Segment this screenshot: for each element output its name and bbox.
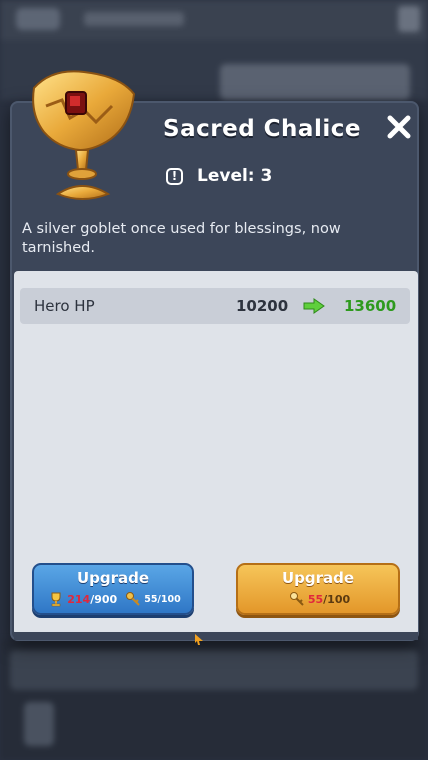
- key-icon: [126, 592, 140, 606]
- info-icon[interactable]: !: [166, 167, 183, 185]
- background-item: [24, 702, 54, 746]
- stat-name: Hero HP: [34, 297, 95, 315]
- modal-footer-edge: [14, 632, 418, 640]
- arrow-right-icon: [303, 298, 325, 314]
- background-bottom: [0, 640, 428, 760]
- upgrade-cost: 55/100: [238, 591, 398, 607]
- key-cost-have: 55: [307, 592, 324, 606]
- trophy-icon: [51, 592, 61, 607]
- cursor-icon: [195, 634, 203, 645]
- chalice-icon: [32, 70, 136, 200]
- background-corner-button: [398, 6, 420, 32]
- upgrade-label: Upgrade: [76, 569, 150, 587]
- background-icon: [16, 8, 60, 30]
- level-row: ! Level: 3: [166, 165, 272, 187]
- trophy-cost-have: 214: [67, 592, 91, 606]
- upgrade-button-trophies[interactable]: Upgrade 214/900 55/100: [32, 563, 194, 615]
- background-button: [220, 64, 410, 100]
- stat-next-value: 13600: [344, 297, 397, 315]
- item-description: A silver goblet once used for blessings,…: [22, 221, 341, 256]
- background-title: [84, 12, 184, 26]
- item-level: Level: 3: [197, 166, 273, 186]
- upgrade-button-keys[interactable]: Upgrade 55/100: [236, 563, 400, 615]
- upgrade-label: Upgrade: [281, 569, 355, 587]
- close-icon[interactable]: [384, 112, 414, 142]
- background-top-bar: [0, 0, 428, 40]
- trophy-cost-required: /900: [90, 592, 118, 606]
- key-cost: 55/100: [144, 593, 181, 605]
- upgrade-cost: 214/900 55/100: [34, 591, 192, 607]
- item-title: Sacred Chalice: [163, 116, 361, 142]
- stat-current-value: 10200: [236, 297, 289, 315]
- key-cost-required: /100: [323, 592, 351, 606]
- key-icon: [289, 592, 304, 606]
- background-row: [10, 650, 418, 690]
